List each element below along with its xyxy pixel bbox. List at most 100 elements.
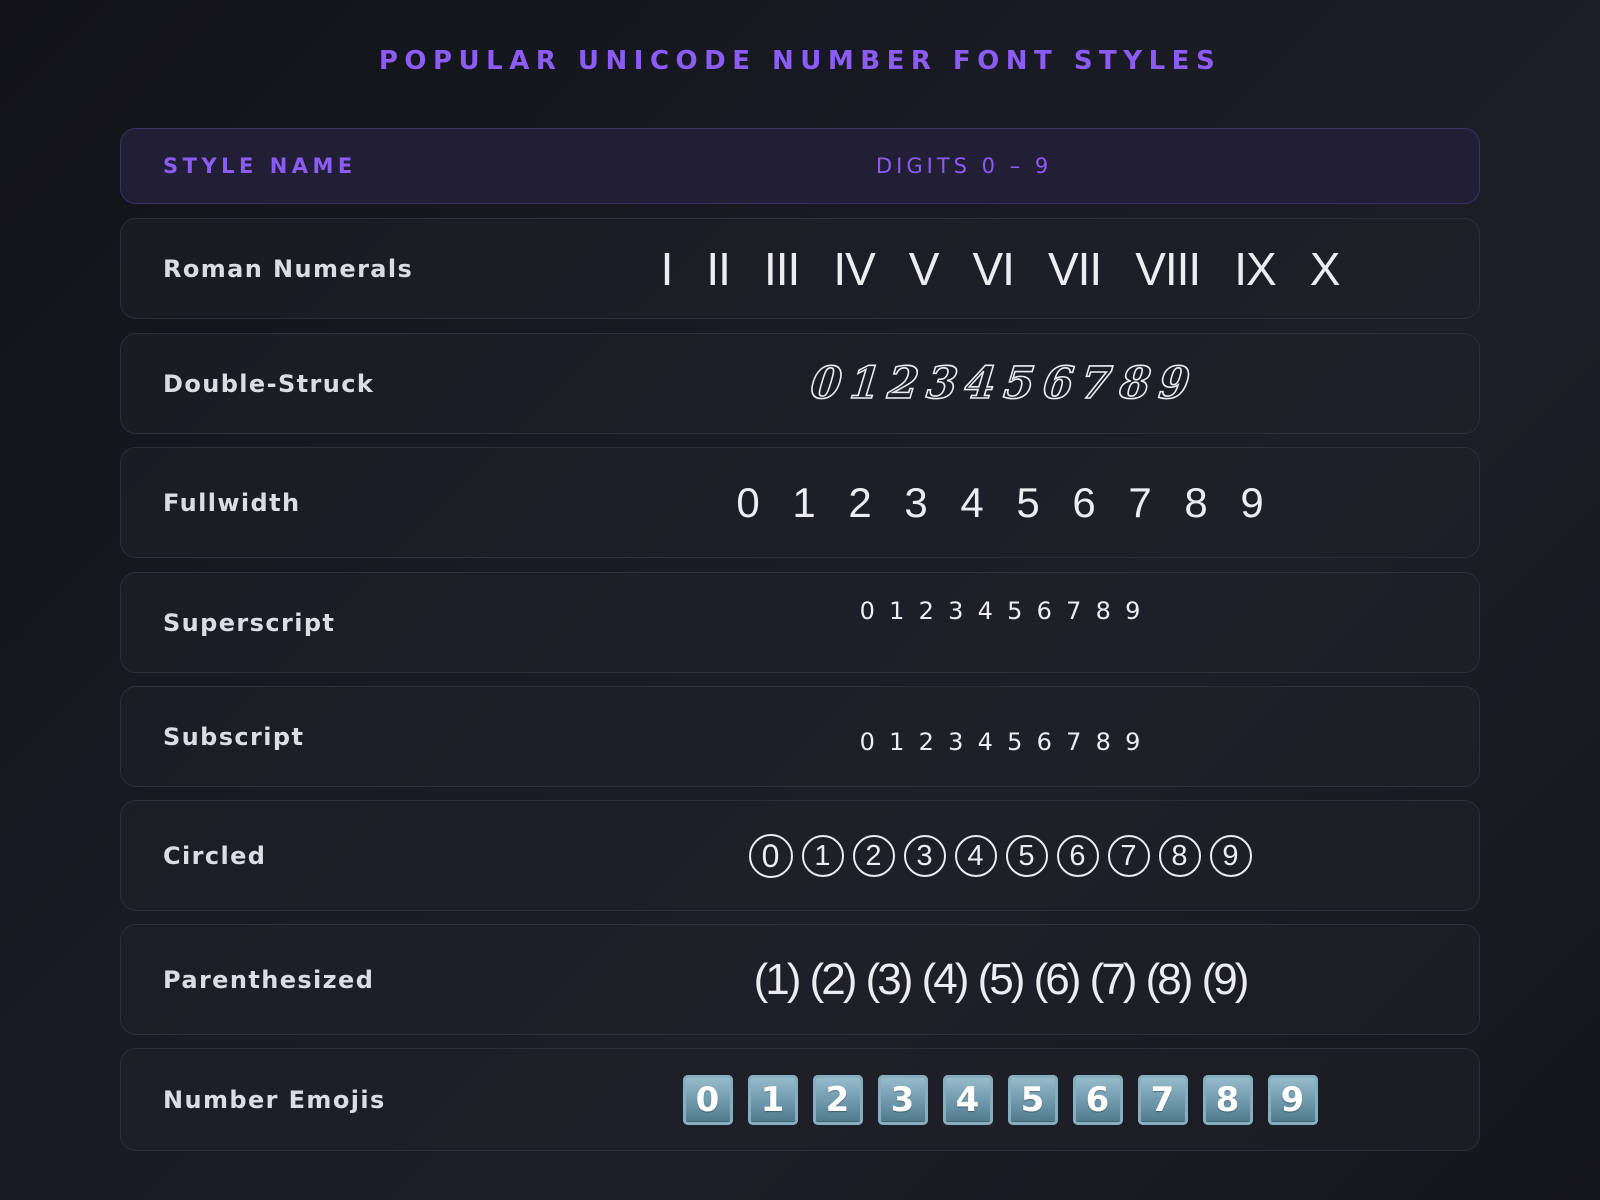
digit-glyph: 7 [1107,834,1150,877]
digit-glyph: (7) [1089,954,1138,1004]
digit-glyph: 1 [792,478,816,526]
digit-glyph: 4 [954,834,997,877]
digit-glyph: 5 [1016,478,1040,526]
digit-glyph: VII [1047,242,1102,295]
digit-glyphs: 0123456789 [521,687,1479,786]
digit-glyph: 6 [1056,834,1099,877]
digit-glyph: 8 [1095,728,1111,756]
digit-glyph: 7 [1137,1074,1188,1125]
digit-glyph: 3 [903,834,946,877]
digit-glyph: 5 [1007,728,1023,756]
digit-glyph: 0 [748,833,793,878]
digit-glyph: 9 [1155,357,1193,410]
digit-glyph: 9 [1240,478,1264,526]
digit-glyph: 5 [1005,834,1048,877]
style-name: Roman Numerals [163,254,414,283]
digit-glyph: 2 [848,478,872,526]
digit-glyph: 4 [977,597,993,625]
digit-glyph: 7 [1128,478,1152,526]
style-name: Parenthesized [163,965,375,994]
digit-glyph: 7 [1078,357,1116,410]
digit-glyph: (8) [1145,954,1194,1004]
digit-glyph: 2 [852,834,895,877]
digit-glyph: 8 [1095,597,1111,625]
digit-glyph: 3 [877,1074,928,1125]
digit-glyph: 6 [1039,357,1077,410]
digit-glyph: 1 [889,597,905,625]
table-header: STYLE NAME DIGITS 0 – 9 [120,128,1480,204]
digit-glyph: (9) [1201,954,1250,1004]
digit-glyph: (2) [809,954,858,1004]
page-title: POPULAR UNICODE NUMBER FONT STYLES [378,46,1222,76]
digit-glyph: 1 [801,834,844,877]
digit-glyph: 2 [918,597,934,625]
digit-glyphs: 0123456789 [521,801,1479,910]
digit-glyph: III [763,242,800,295]
digit-glyph: 9 [1125,597,1141,625]
style-name: Fullwidth [163,488,301,517]
digit-glyph: IV [833,242,875,295]
digit-glyph: 9 [1267,1074,1318,1125]
digit-glyphs: 0123456789 [521,1049,1479,1150]
digit-glyph: 6 [1072,478,1096,526]
digit-glyph: 4 [942,1074,993,1125]
digit-glyphs: 0123456789 [521,334,1479,433]
digit-glyph: 1 [846,357,884,410]
digit-glyph: 2 [885,357,923,410]
style-name: Superscript [163,608,336,637]
digit-glyph: 3 [948,597,964,625]
digit-glyph: 1 [889,728,905,756]
digit-glyph: 8 [1116,357,1154,410]
digit-glyph: 6 [1036,597,1052,625]
digit-glyph: IX [1234,242,1276,295]
style-row-fullwidth: Fullwidth 0123456789 [120,447,1480,558]
digit-glyph: VIII [1135,242,1201,295]
style-row-roman-numerals: Roman Numerals I II III IV V VI VII VIII IX X [120,218,1480,319]
digit-glyph: 6 [1072,1074,1123,1125]
style-name: Number Emojis [163,1085,386,1114]
digit-glyph: V [908,242,940,295]
digit-glyph: II [706,242,731,295]
digit-glyph: 2 [918,728,934,756]
digit-glyph: 2 [812,1074,863,1125]
digit-glyph: 4 [962,357,1000,410]
style-row-number-emojis: Number Emojis 0123456789 [120,1048,1480,1151]
digit-glyphs: I II III IV V VI VII VIII IX X [521,219,1479,318]
digit-glyph: 4 [960,478,984,526]
digit-glyph: (3) [865,954,914,1004]
digit-glyph: 3 [904,478,928,526]
digit-glyph: (5) [977,954,1026,1004]
style-row-parenthesized: Parenthesized (1) (2) (3) (4) (5) (6) (7) (8) (9… [120,924,1480,1035]
digit-glyph: 0 [682,1074,733,1125]
digit-glyph: 7 [1066,728,1082,756]
digit-glyph: 9 [1125,728,1141,756]
digit-glyph: 5 [1001,357,1039,410]
digit-glyph: 8 [1202,1074,1253,1125]
digit-glyph: 5 [1007,1074,1058,1125]
style-row-double-struck: Double-Struck 0123456789 [120,333,1480,434]
digit-glyph: VI [972,242,1014,295]
digit-glyphs: (1) (2) (3) (4) (5) (6) (7) (8) (9) [521,925,1479,1034]
style-name: Circled [163,841,267,870]
digit-glyph: 9 [1209,834,1252,877]
digit-glyph: 0 [807,357,845,410]
digit-glyph: 0 [859,728,875,756]
digit-glyph: 1 [747,1074,798,1125]
style-row-subscript: Subscript 0123456789 [120,686,1480,787]
digit-glyph: 8 [1184,478,1208,526]
style-name: Double-Struck [163,369,375,398]
digit-glyph: (4) [921,954,970,1004]
digit-glyph: (6) [1033,954,1082,1004]
digit-glyph: 8 [1158,834,1201,877]
digit-glyphs: 0123456789 [521,573,1479,672]
digit-glyph: X [1309,242,1341,295]
digit-glyph: I [660,242,674,295]
digit-glyph: 3 [923,357,961,410]
digit-glyph: 0 [859,597,875,625]
style-name-header: STYLE NAME [163,154,357,178]
digit-glyph: 5 [1007,597,1023,625]
digit-glyph: 3 [948,728,964,756]
digit-glyph: 0 [736,478,760,526]
digit-glyph: 6 [1036,728,1052,756]
digit-glyphs: 0123456789 [521,448,1479,557]
